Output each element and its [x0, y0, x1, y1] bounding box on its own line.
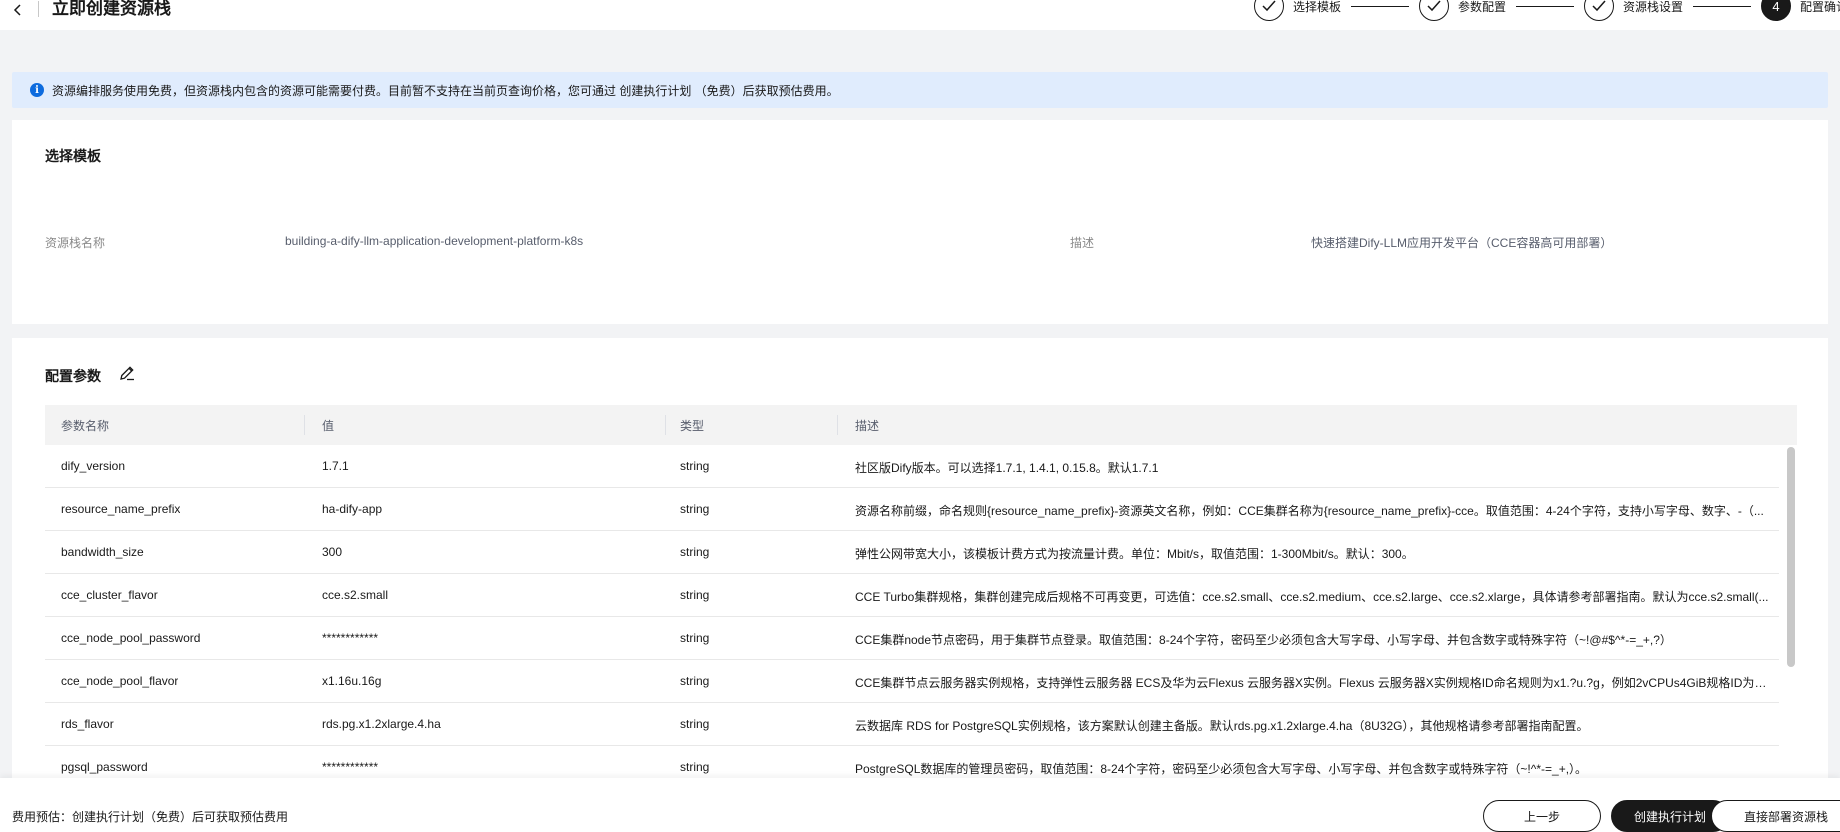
param-type-cell: string — [680, 674, 710, 688]
param-type-cell: string — [680, 588, 710, 602]
param-name-cell: pgsql_password — [61, 760, 148, 774]
column-divider — [304, 415, 305, 435]
column-divider — [837, 415, 838, 435]
check-icon — [1584, 0, 1615, 21]
column-header: 类型 — [680, 419, 705, 433]
param-value-cell: rds.pg.x1.2xlarge.4.ha — [322, 717, 441, 731]
desc-label: 描述 — [1070, 236, 1095, 250]
template-section: 选择模板 资源栈名称 building-a-dify-llm-applicati… — [12, 120, 1828, 324]
param-type-cell: string — [680, 459, 710, 473]
table-row: resource_name_prefix ha-dify-app string 资源名… — [45, 488, 1779, 531]
stack-name-label: 资源栈名称 — [45, 236, 106, 250]
param-value-cell: x1.16u.16g — [322, 674, 382, 688]
param-value-cell: ha-dify-app — [322, 502, 383, 516]
param-desc-cell: CCE集群node节点密码，用于集群节点登录。取值范围：8-24个字符，密码至少… — [855, 633, 1672, 647]
param-name-cell: cce_cluster_flavor — [61, 588, 158, 602]
param-type-cell: string — [680, 545, 710, 559]
page-header: 立即创建资源栈 选择模板 参数配置 资源栈设置 4 配置确认 — [0, 0, 1840, 30]
step-label: 参数配置 — [1458, 0, 1507, 14]
param-value-cell: 1.7.1 — [322, 459, 349, 473]
params-section: 配置参数 参数名称 值 类型 描述 dify_version 1.7.1 strin… — [12, 338, 1828, 789]
column-header: 值 — [322, 419, 335, 433]
param-desc-cell: CCE Turbo集群规格，集群创建完成后规格不可再变更，可选值：cce.s2.… — [855, 590, 1769, 604]
params-table: 参数名称 值 类型 描述 dify_version 1.7.1 string 社区版D… — [45, 405, 1797, 789]
info-banner: i 资源编排服务使用免费，但资源栈内包含的资源可能需要付费。目前暂不支持在当前页… — [12, 72, 1828, 108]
deploy-stack-button[interactable]: 直接部署资源栈 — [1711, 800, 1840, 832]
column-header: 参数名称 — [61, 419, 110, 433]
param-name-cell: dify_version — [61, 459, 126, 473]
column-header: 描述 — [855, 419, 880, 433]
info-icon: i — [30, 83, 44, 97]
step-param-config: 参数配置 — [1419, 0, 1507, 21]
table-row: dify_version 1.7.1 string 社区版Dify版本。可以选择1.7… — [45, 445, 1779, 488]
check-icon — [1254, 0, 1284, 21]
param-type-cell: string — [680, 631, 710, 645]
banner-text: 资源编排服务使用免费，但资源栈内包含的资源可能需要付费。目前暂不支持在当前页查询… — [52, 83, 839, 98]
param-name-cell: bandwidth_size — [61, 545, 144, 559]
step-label: 配置确认 — [1800, 0, 1840, 14]
table-header: 参数名称 值 类型 描述 — [45, 405, 1797, 445]
step-number: 4 — [1761, 0, 1792, 21]
table-row: rds_flavor rds.pg.x1.2xlarge.4.ha string 云数… — [45, 703, 1779, 746]
table-row: bandwidth_size 300 string 弹性公网带宽大小，该模板计费方式为… — [45, 531, 1779, 574]
param-name-cell: cce_node_pool_password — [61, 631, 201, 645]
param-name-cell: resource_name_prefix — [61, 502, 181, 516]
param-desc-cell: 弹性公网带宽大小，该模板计费方式为按流量计费。单位：Mbit/s，取值范围：1-… — [855, 547, 1414, 561]
stepper: 选择模板 参数配置 资源栈设置 4 配置确认 — [1254, 0, 1840, 24]
step-config-confirm: 4 配置确认 — [1761, 0, 1840, 21]
step-label: 资源栈设置 — [1623, 0, 1684, 14]
param-desc-cell: 云数据库 RDS for PostgreSQL实例规格，该方案默认创建主备版。默… — [855, 719, 1589, 733]
param-name-cell: rds_flavor — [61, 717, 114, 731]
step-connector — [1516, 5, 1575, 7]
param-name-cell: cce_node_pool_flavor — [61, 674, 179, 688]
param-type-cell: string — [680, 760, 710, 774]
param-desc-cell: CCE集群节点云服务器实例规格，支持弹性云服务器 ECS及华为云Flexus 云… — [855, 676, 1770, 690]
table-row: cce_node_pool_flavor x1.16u.16g string CCE集… — [45, 660, 1779, 703]
param-type-cell: string — [680, 717, 710, 731]
column-divider — [665, 415, 666, 435]
prev-step-button[interactable]: 上一步 — [1483, 800, 1601, 832]
scrollbar-thumb[interactable] — [1787, 447, 1795, 667]
table-row: cce_node_pool_password ************ string… — [45, 617, 1779, 660]
header-divider — [38, 1, 39, 17]
footer-bar: 费用预估：创建执行计划（免费）后可获取预估费用 上一步 创建执行计划 直接部署资… — [0, 778, 1840, 832]
table-row: cce_cluster_flavor cce.s2.small string CCE … — [45, 574, 1779, 617]
desc-value: 快速搭建Dify-LLM应用开发平台（CCE容器高可用部署） — [1311, 236, 1613, 250]
param-value-cell: cce.s2.small — [322, 588, 389, 602]
section-title: 选择模板 — [45, 148, 101, 164]
edit-icon[interactable] — [118, 364, 136, 382]
param-value-cell: ************ — [322, 760, 379, 774]
check-icon — [1419, 0, 1450, 21]
step-label: 选择模板 — [1293, 0, 1342, 14]
param-value-cell: 300 — [322, 545, 343, 559]
step-stack-settings: 资源栈设置 — [1584, 0, 1684, 21]
table-body: dify_version 1.7.1 string 社区版Dify版本。可以选择1.7… — [45, 445, 1797, 789]
step-connector — [1351, 5, 1410, 7]
param-desc-cell: 资源名称前缀，命名规则{resource_name_prefix}-资源英文名称… — [855, 504, 1764, 518]
param-type-cell: string — [680, 502, 710, 516]
param-value-cell: ************ — [322, 631, 379, 645]
cost-estimate-text: 费用预估：创建执行计划（免费）后可获取预估费用 — [12, 810, 289, 824]
step-select-template: 选择模板 — [1254, 0, 1342, 21]
stack-name-value: building-a-dify-llm-application-developm… — [285, 234, 584, 248]
step-connector — [1693, 5, 1752, 7]
back-icon[interactable] — [8, 0, 28, 20]
param-desc-cell: PostgreSQL数据库的管理员密码，取值范围：8-24个字符，密码至少必须包… — [855, 762, 1588, 776]
page-title: 立即创建资源栈 — [52, 0, 171, 18]
param-desc-cell: 社区版Dify版本。可以选择1.7.1, 1.4.1, 0.15.8。默认1.7… — [855, 461, 1159, 475]
section-title: 配置参数 — [45, 368, 101, 384]
